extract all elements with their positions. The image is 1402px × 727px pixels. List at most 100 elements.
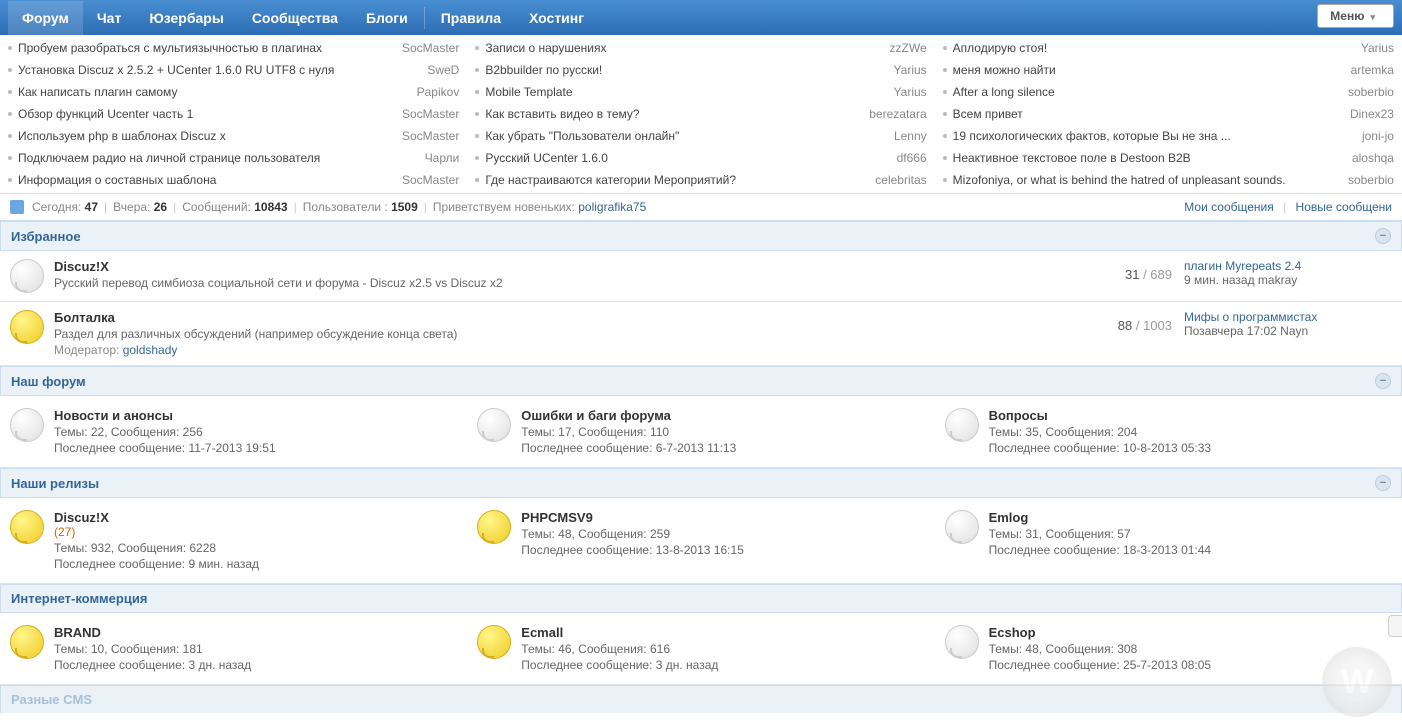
bullet-icon [8,90,12,94]
forum-title-link[interactable]: Discuz!X [54,510,109,525]
thread-link[interactable]: Как написать плагин самому [18,83,411,101]
thread-link[interactable]: Неактивное текстовое поле в Destoon B2B [953,149,1346,167]
nav-link-3[interactable]: Сообщества [238,1,352,35]
forum-lastpost: Последнее сообщение: 18-3-2013 01:44 [989,543,1392,557]
collapse-icon[interactable]: − [1375,228,1391,244]
forum-title-link[interactable]: Болталка [54,310,115,325]
section-commerce-header[interactable]: Интернет-коммерция [0,584,1402,613]
collapse-icon[interactable]: − [1375,475,1391,491]
stat-users-label: Пользователи : [303,200,388,214]
forum-title-link[interactable]: Ecshop [989,625,1036,640]
thread-author-link[interactable]: Yarius [894,83,927,101]
thread-author-link[interactable]: zzZWe [890,39,927,57]
thread-author-link[interactable]: artemka [1351,61,1394,79]
thread-author-link[interactable]: SocMaster [402,105,459,123]
thread-author-link[interactable]: soberbio [1348,171,1394,189]
thread-author-link[interactable]: berezatara [869,105,926,123]
statbar-right: Мои сообщения | Новые сообщени [1184,200,1392,214]
thread-row: After a long silence soberbio [943,81,1394,103]
forum-status-icon [945,408,979,442]
forum-title-link[interactable]: Новости и анонсы [54,408,173,423]
thread-link[interactable]: Пробуем разобраться с мультиязычностью в… [18,39,396,57]
nav-link-6[interactable]: Хостинг [515,1,598,35]
forum-title-link[interactable]: Ошибки и баги форума [521,408,671,423]
thread-row: Русский UCenter 1.6.0 df666 [475,147,926,169]
nav-link-0[interactable]: Форум [8,1,83,35]
welcome-user-link[interactable]: poligrafika75 [578,200,646,214]
section-releases-header[interactable]: Наши релизы − [0,468,1402,498]
thread-link[interactable]: Как вставить видео в тему? [485,105,863,123]
menu-button[interactable]: Меню [1317,4,1394,28]
bullet-icon [943,68,947,72]
thread-row: Записи о нарушениях zzZWe [475,37,926,59]
thread-link[interactable]: Обзор функций Ucenter часть 1 [18,105,396,123]
forum-status-icon [945,510,979,544]
collapse-icon[interactable]: − [1375,373,1391,389]
thread-author-link[interactable]: Lenny [894,127,927,145]
thread-author-link[interactable]: SocMaster [402,39,459,57]
bullet-icon [475,90,479,94]
thread-link[interactable]: Записи о нарушениях [485,39,883,57]
forum-title-link[interactable]: BRAND [54,625,101,640]
thread-author-link[interactable]: celebritas [875,171,926,189]
thread-row: Неактивное текстовое поле в Destoon B2B a… [943,147,1394,169]
lastpost-link[interactable]: плагин Myrepeats 2.4 [1184,259,1392,273]
bullet-icon [943,156,947,160]
thread-link[interactable]: Всем привет [953,105,1344,123]
forum-title-link[interactable]: PHPCMSV9 [521,510,593,525]
forum-meta: Темы: 48, Сообщения: 308 [989,642,1392,656]
moderator-link[interactable]: goldshady [123,343,178,357]
forum-title-link[interactable]: Ecmall [521,625,563,640]
thread-link[interactable]: Используем php в шаблонах Discuz x [18,127,396,145]
thread-row: Как написать плагин самому Papikov [8,81,459,103]
forum-title-link[interactable]: Discuz!X [54,259,109,274]
section-favorites-header[interactable]: Избранное − [0,221,1402,251]
nav-link-2[interactable]: Юзербары [135,1,238,35]
forum-stats: 31 / 689 [1062,259,1172,282]
thread-link[interactable]: Mizofoniya, or what is behind the hatred… [953,171,1342,189]
thread-link[interactable]: Как убрать "Пользователи онлайн" [485,127,888,145]
thread-link[interactable]: Русский UCenter 1.6.0 [485,149,890,167]
forum-moderator: Модератор: goldshady [54,343,1062,357]
forum-description: Русский перевод симбиоза социальной сети… [54,276,1062,290]
thread-link[interactable]: Mobile Template [485,83,887,101]
thread-link[interactable]: Аплодирую стоя! [953,39,1355,57]
bullet-icon [475,46,479,50]
thread-author-link[interactable]: Dinex23 [1350,105,1394,123]
thread-link[interactable]: Установка Discuz x 2.5.2 + UCenter 1.6.0… [18,61,421,79]
thread-link[interactable]: меня можно найти [953,61,1345,79]
forum-status-icon [477,408,511,442]
thread-link[interactable]: Подключаем радио на личной странице поль… [18,149,419,167]
thread-link[interactable]: After a long silence [953,83,1342,101]
thread-row: меня можно найти artemka [943,59,1394,81]
thread-link[interactable]: Где настраиваются категории Мероприятий? [485,171,869,189]
thread-link[interactable]: 19 психологических фактов, которые Вы не… [953,127,1356,145]
thread-link[interactable]: B2bbuilder по русски! [485,61,887,79]
side-tab[interactable] [1388,615,1402,637]
thread-author-link[interactable]: soberbio [1348,83,1394,101]
forum-title-link[interactable]: Вопросы [989,408,1048,423]
section-ourforum-header[interactable]: Наш форум − [0,366,1402,396]
nav-link-1[interactable]: Чат [83,1,135,35]
section-cms-header[interactable]: Разные CMS [0,685,1402,713]
nav-link-4[interactable]: Блоги [352,1,422,35]
thread-row: Пробуем разобраться с мультиязычностью в… [8,37,459,59]
thread-author-link[interactable]: Yarius [894,61,927,79]
thread-author-link[interactable]: df666 [897,149,927,167]
thread-link[interactable]: Информация о составных шаблона [18,171,396,189]
thread-author-link[interactable]: Чарли [425,149,460,167]
thread-author-link[interactable]: SocMaster [402,127,459,145]
thread-author-link[interactable]: Yarius [1361,39,1394,57]
lastpost-link[interactable]: Мифы о программистах [1184,310,1392,324]
new-posts-link[interactable]: Новые сообщени [1296,200,1392,214]
forum-grid-item: Ошибки и баги форумаТемы: 17, Сообщения:… [467,400,934,463]
nav-link-5[interactable]: Правила [427,1,515,35]
thread-author-link[interactable]: SweD [427,61,459,79]
thread-author-link[interactable]: SocMaster [402,171,459,189]
thread-author-link[interactable]: aloshqa [1352,149,1394,167]
forum-title-link[interactable]: Emlog [989,510,1029,525]
thread-author-link[interactable]: joni-jo [1362,127,1394,145]
bullet-icon [943,90,947,94]
my-posts-link[interactable]: Мои сообщения [1184,200,1273,214]
thread-author-link[interactable]: Papikov [417,83,460,101]
